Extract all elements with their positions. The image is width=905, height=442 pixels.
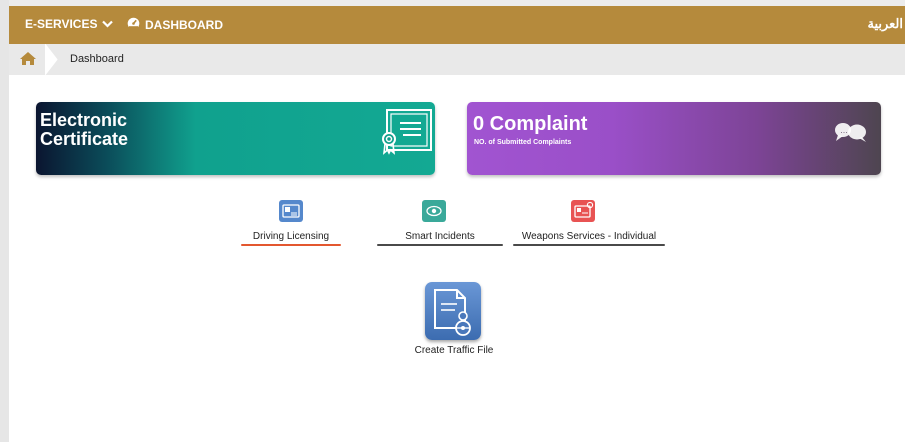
- window-frame-left: [0, 0, 9, 442]
- tab-weapons-services[interactable]: Weapons Services - Individual: [513, 200, 665, 246]
- smart-incidents-underline: [377, 244, 503, 246]
- breadcrumb-current: Dashboard: [70, 53, 124, 65]
- dashboard-label: DASHBOARD: [145, 17, 223, 32]
- driving-licensing-label: Driving Licensing: [252, 231, 330, 242]
- eye-icon: [422, 200, 446, 222]
- top-navbar: E-SERVICES DASHBOARD العربية: [9, 6, 905, 44]
- tab-smart-incidents[interactable]: Smart Incidents: [377, 200, 503, 246]
- chat-bubbles-icon: …: [833, 120, 869, 149]
- weapons-services-label: Weapons Services - Individual: [521, 231, 657, 242]
- id-card-icon: [279, 200, 303, 222]
- create-traffic-file-button[interactable]: Create Traffic File: [404, 282, 504, 362]
- smart-incidents-label: Smart Incidents: [405, 231, 475, 242]
- eservices-menu[interactable]: E-SERVICES: [25, 17, 114, 31]
- complaint-count-title: 0 Complaint: [473, 113, 588, 135]
- traffic-file-icon: [425, 282, 481, 340]
- complaints-card[interactable]: 0 Complaint NO. of Submitted Complaints …: [467, 102, 881, 175]
- id-card-alert-icon: [571, 200, 595, 222]
- page: E-SERVICES DASHBOARD العربية Dashboard E…: [9, 6, 905, 442]
- breadcrumb-home[interactable]: [9, 44, 47, 75]
- create-traffic-file-label: Create Traffic File: [414, 345, 494, 356]
- certificate-card-title: Electronic Certificate: [40, 110, 129, 149]
- svg-text:…: …: [840, 126, 848, 135]
- tab-driving-licensing[interactable]: Driving Licensing: [241, 200, 341, 246]
- complaint-subtitle: NO. of Submitted Complaints: [474, 139, 572, 146]
- dashboard-icon: [127, 17, 140, 32]
- certificate-icon: [377, 107, 433, 160]
- breadcrumb: Dashboard: [9, 44, 905, 75]
- breadcrumb-separator: [45, 44, 58, 75]
- home-icon: [19, 51, 37, 71]
- electronic-certificate-card[interactable]: Electronic Certificate: [36, 102, 435, 175]
- dashboard-menu[interactable]: DASHBOARD: [127, 17, 223, 32]
- driving-licensing-underline: [241, 244, 341, 246]
- language-switch[interactable]: العربية: [867, 16, 903, 32]
- weapons-services-underline: [513, 244, 665, 246]
- eservices-label: E-SERVICES: [25, 17, 98, 31]
- chevron-down-icon: [102, 17, 114, 31]
